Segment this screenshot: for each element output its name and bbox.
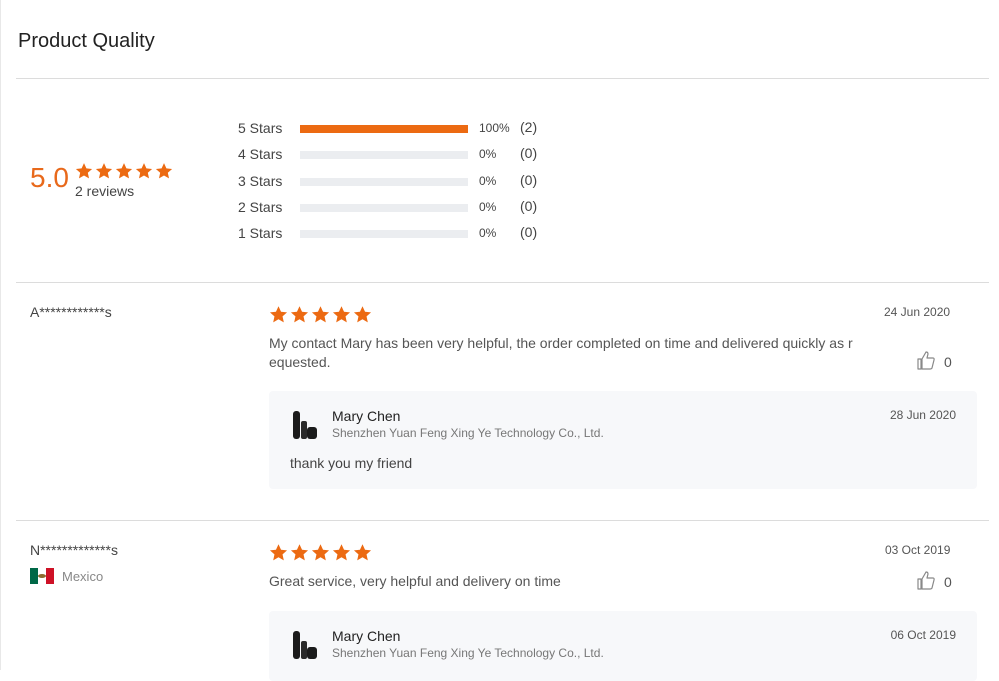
star-level-label: 5 Stars [238,120,283,136]
seller-avatar-icon [290,627,320,661]
reviews-count: 2 reviews [75,183,135,199]
distribution-row: 1 Stars 0% (0) [238,224,537,242]
distribution-bar [300,230,468,238]
star-icon [115,162,133,180]
section-title: Product Quality [18,30,155,52]
star-level-label: 3 Stars [238,173,283,189]
distribution-bar [300,178,468,186]
summary-star-rating [75,162,173,180]
divider [16,282,989,283]
distribution-count: (0) [520,198,538,214]
divider [16,520,989,521]
left-border [0,0,1,670]
like-count: 0 [944,574,952,590]
reply-date: 28 Jun 2020 [889,408,956,422]
distribution-bar [300,125,468,133]
seller-avatar-icon [290,407,320,441]
distribution-count: (2) [520,119,538,135]
seller-reply: Mary Chen Shenzhen Yuan Feng Xing Ye Tec… [269,391,977,489]
reply-company: Shenzhen Yuan Feng Xing Ye Technology Co… [332,646,604,660]
country-name: Mexico [62,568,104,584]
review-date: 24 Jun 2020 [884,305,951,319]
star-icon [269,305,288,324]
review-star-rating [269,543,372,562]
thumbs-up-icon[interactable] [917,571,935,593]
distribution-bar [300,204,468,212]
thumbs-up-icon[interactable] [917,351,935,373]
review-star-rating [269,305,372,324]
review-text: My contact Mary has been very helpful, t… [269,335,853,370]
star-level-label: 4 Stars [238,146,283,162]
distribution-count: (0) [520,224,538,240]
distribution-row: 5 Stars 100% (2) [238,119,537,137]
reply-author: Mary Chen [332,628,401,644]
star-icon [311,305,330,324]
star-icon [155,162,173,180]
distribution-percent: 0% [479,226,497,240]
star-icon [269,543,288,562]
star-icon [311,543,330,562]
distribution-percent: 0% [479,200,497,214]
review-date: 03 Oct 2019 [885,543,951,557]
star-level-label: 2 Stars [238,199,283,215]
distribution-percent: 0% [479,174,497,188]
star-level-label: 1 Stars [238,225,283,241]
distribution-row: 4 Stars 0% (0) [238,145,537,163]
star-icon [332,543,351,562]
distribution-row: 2 Stars 0% (0) [238,198,537,216]
reply-company: Shenzhen Yuan Feng Xing Ye Technology Co… [332,426,604,440]
reply-text: thank you my friend [290,455,413,471]
like-button[interactable]: 0 [917,351,952,373]
star-icon [332,305,351,324]
star-icon [75,162,93,180]
distribution-percent: 100% [479,121,510,135]
divider [16,78,989,79]
reply-date: 06 Oct 2019 [890,628,956,642]
star-icon [95,162,113,180]
distribution-bar-fill [300,125,468,133]
review-text: Great service, very helpful and delivery… [269,573,561,589]
average-score: 5.0 [30,162,69,193]
mexico-flag-icon [30,568,54,584]
star-icon [135,162,153,180]
reviewer-country: Mexico [30,568,103,584]
distribution-row: 3 Stars 0% (0) [238,172,537,190]
like-button[interactable]: 0 [917,571,952,593]
distribution-count: (0) [520,145,538,161]
reply-author: Mary Chen [332,408,401,424]
star-icon [353,305,372,324]
distribution-bar [300,151,468,159]
like-count: 0 [944,354,952,370]
star-icon [353,543,372,562]
seller-reply: Mary Chen Shenzhen Yuan Feng Xing Ye Tec… [269,611,977,681]
distribution-percent: 0% [479,147,497,161]
star-icon [290,305,309,324]
reviewer-name: A************s [30,304,112,320]
star-icon [290,543,309,562]
distribution-count: (0) [520,172,538,188]
reviewer-name: N*************s [30,542,118,558]
